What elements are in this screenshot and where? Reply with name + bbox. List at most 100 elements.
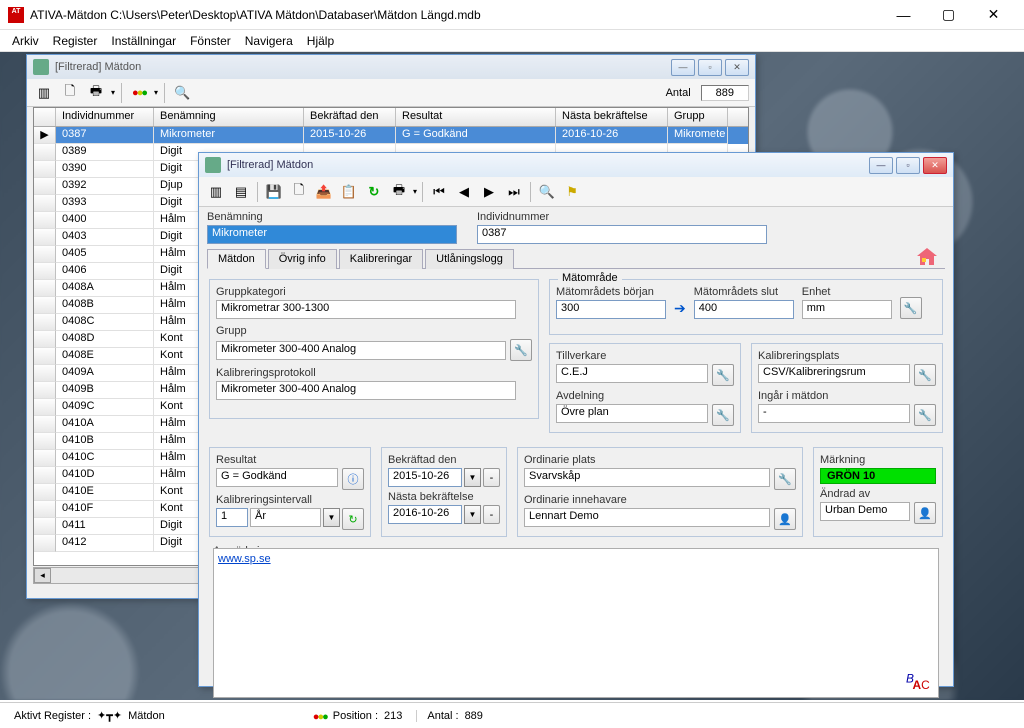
flag-icon[interactable]: ⚑ <box>561 181 583 203</box>
col-resultat[interactable]: Resultat <box>396 108 556 126</box>
avd-lookup-icon[interactable]: 🔧 <box>712 404 734 426</box>
nasta-clear-icon[interactable]: - <box>483 505 500 524</box>
kalint-refresh-icon[interactable]: ↻ <box>342 508 364 530</box>
menu-register[interactable]: Register <box>53 34 98 48</box>
ingar-value: - <box>758 404 910 423</box>
print-icon[interactable]: 🖶 <box>85 82 107 104</box>
ms-input[interactable]: 400 <box>694 300 794 319</box>
status-traffic-icon: ●●● <box>313 707 327 724</box>
col-benamning[interactable]: Benämning <box>154 108 304 126</box>
anm-link[interactable]: www.sp.se <box>218 553 271 565</box>
gruppkat-value: Mikrometrar 300-1300 <box>216 300 516 319</box>
refresh-icon[interactable]: ↻ <box>363 181 385 203</box>
filter-find-icon[interactable]: 🔍 <box>171 82 193 104</box>
child-maximize[interactable]: ▫ <box>698 59 722 76</box>
find-icon[interactable]: 🔍 <box>536 181 558 203</box>
tillv-lookup-icon[interactable]: 🔧 <box>712 364 734 386</box>
tab-kalibreringar[interactable]: Kalibreringar <box>339 249 423 269</box>
window-icon <box>33 59 49 75</box>
mark-label: Märkning <box>820 454 936 466</box>
nasta-date-dropdown[interactable]: ▼ <box>464 505 481 524</box>
new-icon[interactable]: 🗋 <box>288 181 310 203</box>
kalint-label: Kalibreringsintervall <box>216 494 364 506</box>
menu-arkiv[interactable]: Arkiv <box>12 34 39 48</box>
anmarkningar-textarea[interactable]: www.sp.se BAC <box>213 548 939 698</box>
resultat-value: G = Godkänd <box>216 468 338 487</box>
range-arrow-icon: ➔ <box>674 300 686 319</box>
antal-label: Antal <box>666 87 691 99</box>
bekr-date-dropdown[interactable]: ▼ <box>464 468 481 487</box>
mb-input[interactable]: 300 <box>556 300 666 319</box>
tab-ovrig[interactable]: Övrig info <box>268 249 337 269</box>
window-icon <box>205 157 221 173</box>
menu-fonster[interactable]: Fönster <box>190 34 231 48</box>
nasta-input[interactable]: 2016-10-26 <box>388 505 462 524</box>
menu-installningar[interactable]: Inställningar <box>111 34 176 48</box>
enhet-label: Enhet <box>802 286 892 298</box>
traffic-light-icon[interactable]: ●●● <box>128 82 150 104</box>
grupp-lookup-icon[interactable]: 🔧 <box>510 339 532 361</box>
avd-value: Övre plan <box>556 404 708 423</box>
nasta-label: Nästa bekräftelse <box>388 491 500 503</box>
matomrade-label: Mätområde <box>558 272 622 284</box>
benamning-input[interactable]: Mikrometer <box>207 225 457 244</box>
position-value: 213 <box>384 710 402 722</box>
nav-last-icon[interactable]: ⏭ <box>503 181 525 203</box>
bekr-label: Bekräftad den <box>388 454 500 466</box>
menu-navigera[interactable]: Navigera <box>245 34 293 48</box>
bekr-input[interactable]: 2015-10-26 <box>388 468 462 487</box>
gruppkat-label: Gruppkategori <box>216 286 532 298</box>
ordinn-person-icon[interactable]: 👤 <box>774 508 796 530</box>
view-grid-icon[interactable]: ▥ <box>205 181 227 203</box>
nav-next-icon[interactable]: ▶ <box>478 181 500 203</box>
home-icon[interactable] <box>915 245 939 269</box>
benamning-label: Benämning <box>207 211 457 223</box>
new-doc-icon[interactable]: 🗋 <box>59 82 81 104</box>
tab-matdon[interactable]: Mätdon <box>207 249 266 269</box>
spellcheck-icon[interactable]: BAC <box>906 665 932 691</box>
kalplats-lookup-icon[interactable]: 🔧 <box>914 364 936 386</box>
child-close[interactable]: ✕ <box>725 59 749 76</box>
resultat-info-icon[interactable]: ⓘ <box>342 468 364 490</box>
ms-label: Mätområdets slut <box>694 286 794 298</box>
andrad-person-icon[interactable]: 👤 <box>914 502 936 524</box>
col-bekraftad[interactable]: Bekräftad den <box>304 108 396 126</box>
child-close[interactable]: ✕ <box>923 157 947 174</box>
app-icon: AT <box>8 7 24 23</box>
child-maximize[interactable]: ▫ <box>896 157 920 174</box>
close-button[interactable]: ✕ <box>971 1 1016 29</box>
scroll-left[interactable]: ◂ <box>34 568 51 583</box>
maximize-button[interactable]: ▢ <box>926 1 971 29</box>
kalplats-label: Kalibreringsplats <box>758 350 936 362</box>
kalint-unit[interactable]: År <box>250 508 321 527</box>
save-icon[interactable]: 💾 <box>263 181 285 203</box>
child-minimize[interactable]: — <box>869 157 893 174</box>
detail-window: [Filtrerad] Mätdon — ▫ ✕ ▥ ▤ 💾 🗋 📤 📋 ↻ 🖶… <box>198 152 954 687</box>
detail-toolbar: ▥ ▤ 💾 🗋 📤 📋 ↻ 🖶 ▾ ⏮ ◀ ▶ ⏭ 🔍 ⚑ <box>199 177 953 207</box>
antal-value: 889 <box>701 85 749 101</box>
tab-utlaning[interactable]: Utlåningslogg <box>425 249 514 269</box>
ingar-lookup-icon[interactable]: 🔧 <box>914 404 936 426</box>
mb-label: Mätområdets början <box>556 286 666 298</box>
nav-first-icon[interactable]: ⏮ <box>428 181 450 203</box>
kalint-dropdown[interactable]: ▼ <box>323 508 340 527</box>
kalint-num[interactable]: 1 <box>216 508 248 527</box>
register-tool-icon: ✦┳✦ <box>97 709 122 722</box>
bekr-clear-icon[interactable]: - <box>483 468 500 487</box>
col-nasta[interactable]: Nästa bekräftelse <box>556 108 668 126</box>
matomrade-lookup-icon[interactable]: 🔧 <box>900 297 922 319</box>
ordplats-lookup-icon[interactable]: 🔧 <box>774 468 796 490</box>
copy-icon[interactable]: 📋 <box>338 181 360 203</box>
child-minimize[interactable]: — <box>671 59 695 76</box>
menu-hjalp[interactable]: Hjälp <box>307 34 334 48</box>
view-form-icon[interactable]: ▤ <box>230 181 252 203</box>
export-icon[interactable]: 📤 <box>313 181 335 203</box>
individ-input[interactable]: 0387 <box>477 225 767 244</box>
individ-label: Individnummer <box>477 211 767 223</box>
col-grupp[interactable]: Grupp <box>668 108 728 126</box>
col-individnummer[interactable]: Individnummer <box>56 108 154 126</box>
minimize-button[interactable]: — <box>881 1 926 29</box>
nav-prev-icon[interactable]: ◀ <box>453 181 475 203</box>
print-icon[interactable]: 🖶 <box>388 181 410 203</box>
view-list-icon[interactable]: ▥ <box>33 82 55 104</box>
